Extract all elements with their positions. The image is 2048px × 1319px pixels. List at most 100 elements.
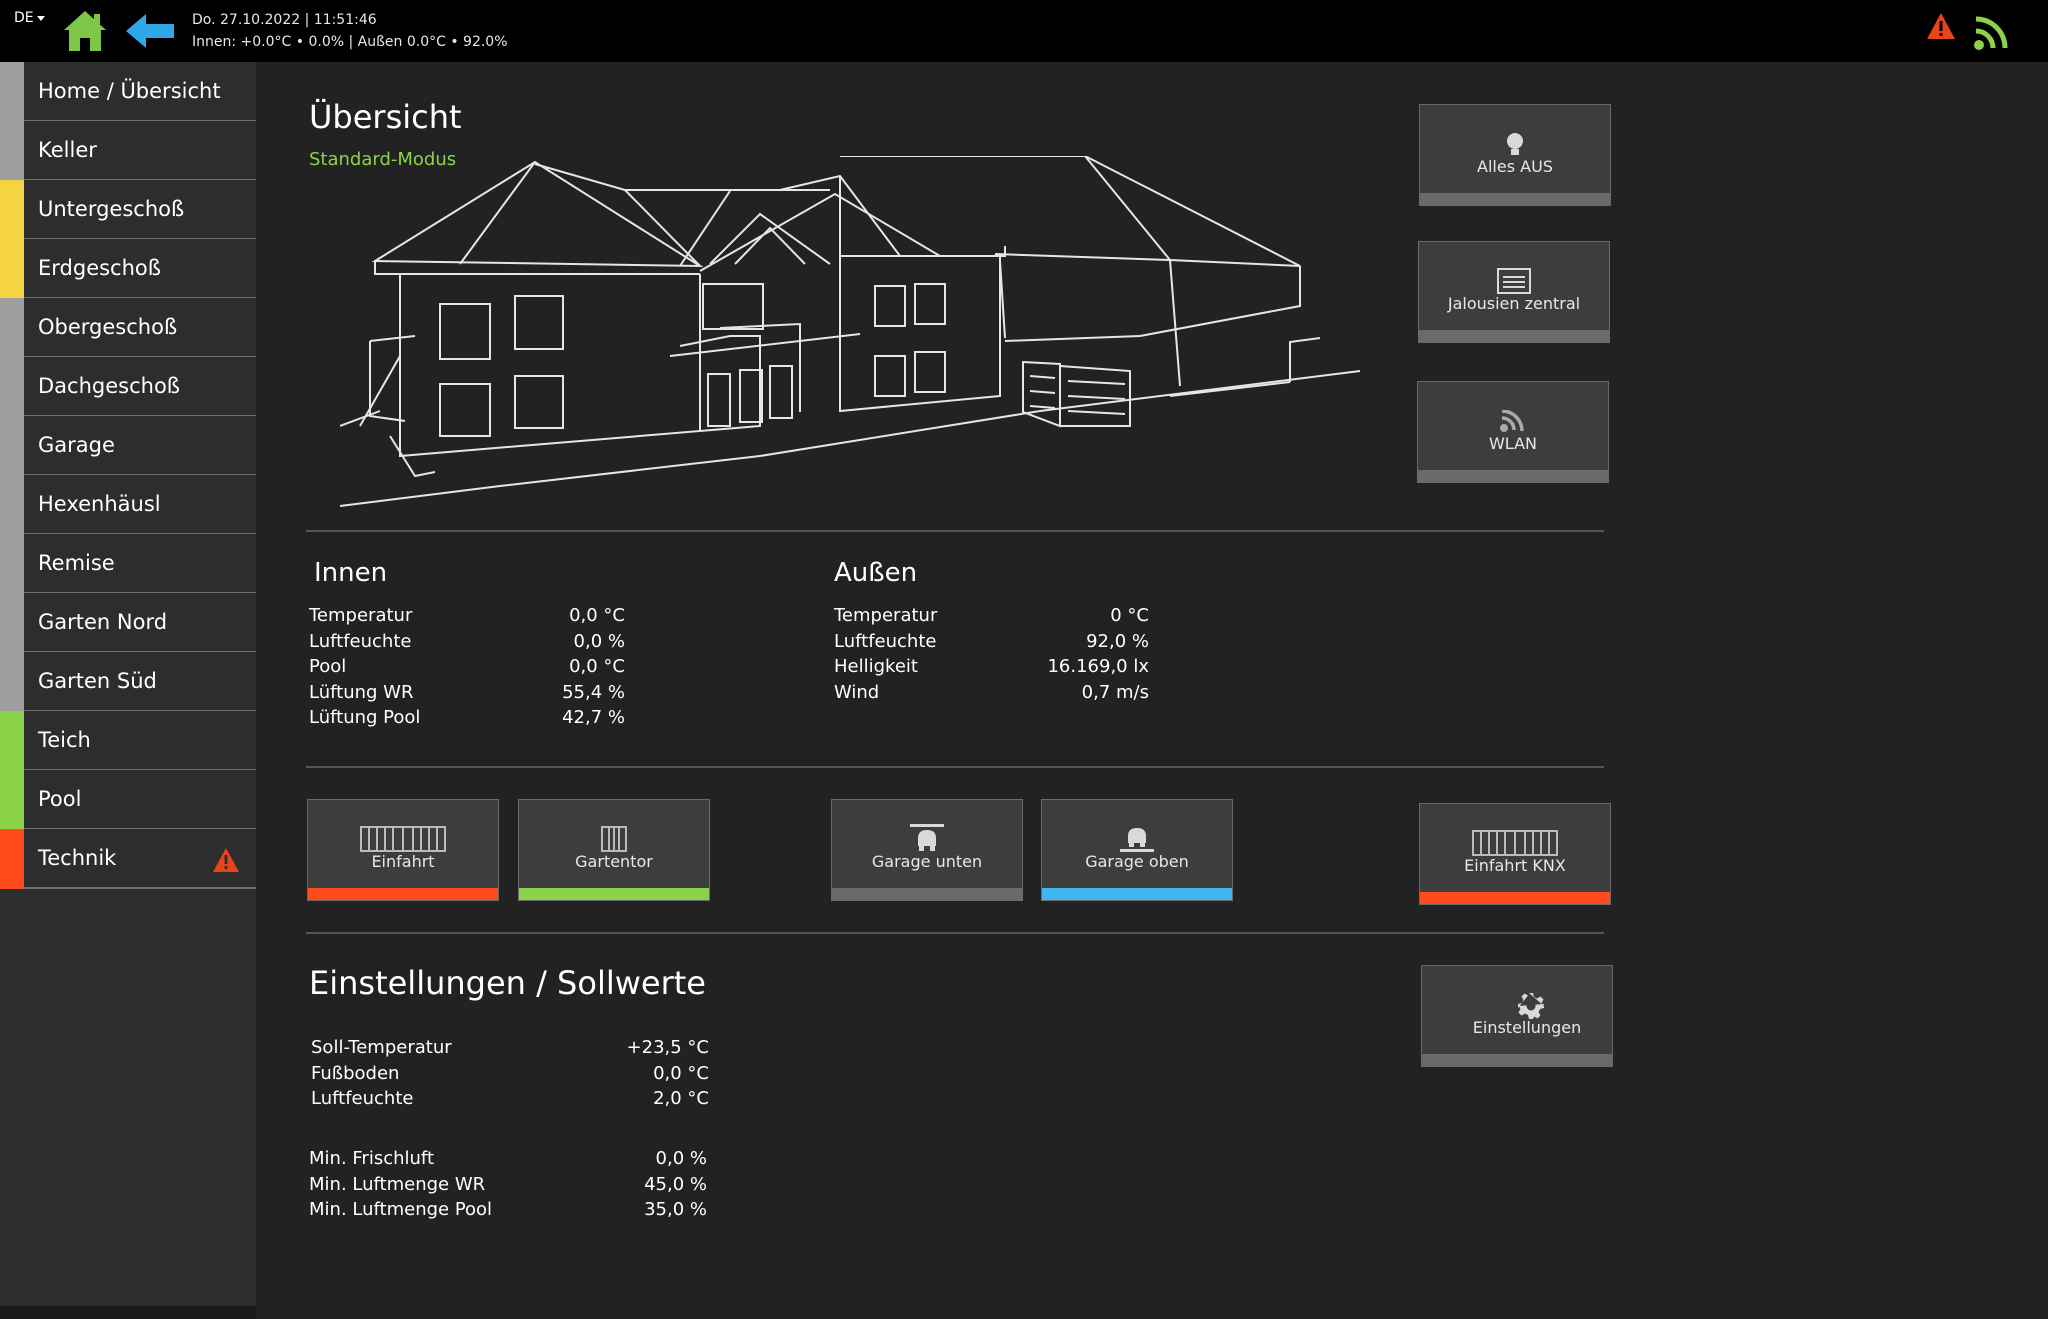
sidebar-item-pool[interactable]: Pool bbox=[0, 770, 256, 830]
aussen-label-luftfeuchte: Luftfeuchte bbox=[834, 631, 937, 652]
page-title: Übersicht bbox=[309, 98, 462, 136]
innen-label-lueftung-wr: Lüftung WR bbox=[309, 682, 414, 703]
wlan-button[interactable]: WLAN bbox=[1417, 381, 1609, 483]
status-bar bbox=[1418, 470, 1608, 482]
sidebar-item-obergeschoss[interactable]: Obergeschoß bbox=[0, 298, 256, 358]
setting-label-min-frischluft: Min. Frischluft bbox=[309, 1148, 434, 1169]
divider bbox=[306, 530, 1604, 532]
status-bar bbox=[1042, 888, 1232, 900]
sidebar-color-bar bbox=[0, 475, 24, 535]
innen-label-luftfeuchte: Luftfeuchte bbox=[309, 631, 412, 652]
garage-door-icon bbox=[910, 824, 944, 851]
tile-label: Gartentor bbox=[575, 852, 653, 871]
sidebar-color-bar bbox=[0, 770, 24, 830]
top-bar: DE Do. 27.10.2022 | 11:51:46 Innen: +0.0… bbox=[0, 0, 2048, 62]
innen-label-temperatur: Temperatur bbox=[309, 605, 413, 626]
sidebar-item-label: Hexenhäusl bbox=[38, 492, 161, 516]
einfahrt-button[interactable]: Einfahrt bbox=[307, 799, 499, 901]
sidebar-item-garage[interactable]: Garage bbox=[0, 416, 256, 476]
tile-label: Einstellungen bbox=[1472, 1018, 1582, 1037]
sidebar-item-technik[interactable]: Technik bbox=[0, 829, 256, 889]
warning-icon bbox=[213, 848, 239, 872]
tile-label: Jalousien zentral bbox=[1447, 294, 1581, 313]
sidebar-color-bar bbox=[0, 534, 24, 594]
status-bar bbox=[1420, 892, 1610, 904]
setting-value-min-luftmenge-pool[interactable]: 35,0 % bbox=[560, 1199, 707, 1220]
home-icon[interactable] bbox=[62, 8, 108, 54]
aussen-value-helligkeit: 16.169,0 lx bbox=[1047, 656, 1149, 677]
status-bar bbox=[519, 888, 709, 900]
status-bar bbox=[1420, 193, 1610, 205]
sidebar-item-keller[interactable]: Keller bbox=[0, 121, 256, 181]
datetime-text: Do. 27.10.2022 | 11:51:46 bbox=[192, 12, 377, 28]
sidebar: Home / Übersicht Keller Untergeschoß Erd… bbox=[0, 62, 256, 1306]
sidebar-color-bar bbox=[0, 121, 24, 181]
wifi-icon bbox=[1500, 410, 1524, 432]
language-selector[interactable]: DE bbox=[14, 10, 45, 26]
sidebar-item-label: Garage bbox=[38, 433, 115, 457]
tile-label: Garage oben bbox=[1085, 852, 1189, 871]
setting-label-luftfeuchte: Luftfeuchte bbox=[311, 1088, 414, 1109]
gate-icon bbox=[1472, 830, 1558, 856]
sidebar-item-teich[interactable]: Teich bbox=[0, 711, 256, 771]
sidebar-item-untergeschoss[interactable]: Untergeschoß bbox=[0, 180, 256, 240]
garden-gate-icon bbox=[601, 826, 627, 852]
house-illustration bbox=[340, 156, 1361, 507]
einstellungen-button[interactable]: Einstellungen bbox=[1421, 965, 1613, 1067]
divider bbox=[306, 766, 1604, 768]
sidebar-item-label: Garten Nord bbox=[38, 610, 168, 634]
language-label[interactable]: DE bbox=[14, 10, 34, 26]
gartentor-button[interactable]: Gartentor bbox=[518, 799, 710, 901]
sidebar-item-erdgeschoss[interactable]: Erdgeschoß bbox=[0, 239, 256, 299]
warning-icon[interactable] bbox=[1926, 12, 1956, 40]
garage-unten-button[interactable]: Garage unten bbox=[831, 799, 1023, 901]
sidebar-item-garten-sued[interactable]: Garten Süd bbox=[0, 652, 256, 712]
sidebar-color-bar bbox=[0, 593, 24, 653]
garage-door-icon bbox=[1120, 828, 1154, 852]
alles-aus-button[interactable]: Alles AUS bbox=[1419, 104, 1611, 206]
sidebar-color-bar bbox=[0, 652, 24, 712]
status-bar bbox=[308, 888, 498, 900]
sidebar-item-label: Keller bbox=[38, 138, 97, 162]
sidebar-color-bar bbox=[0, 239, 24, 299]
sidebar-item-garten-nord[interactable]: Garten Nord bbox=[0, 593, 256, 653]
setting-value-min-luftmenge-wr[interactable]: 45,0 % bbox=[560, 1174, 707, 1195]
innen-value-pool: 0,0 °C bbox=[569, 656, 625, 677]
tile-label: Alles AUS bbox=[1477, 157, 1553, 176]
sidebar-color-bar bbox=[0, 829, 24, 889]
sidebar-item-remise[interactable]: Remise bbox=[0, 534, 256, 594]
innen-label-lueftung-pool: Lüftung Pool bbox=[309, 707, 421, 728]
setting-label-fussboden: Fußboden bbox=[311, 1063, 400, 1084]
sidebar-color-bar bbox=[0, 62, 24, 122]
sidebar-item-label: Dachgeschoß bbox=[38, 374, 181, 398]
sidebar-item-home[interactable]: Home / Übersicht bbox=[0, 62, 256, 122]
status-bar bbox=[1419, 330, 1609, 342]
wifi-icon[interactable] bbox=[1972, 12, 2012, 52]
sidebar-item-label: Remise bbox=[38, 551, 115, 575]
innen-value-temperatur: 0,0 °C bbox=[569, 605, 625, 626]
jalousien-zentral-button[interactable]: Jalousien zentral bbox=[1418, 241, 1610, 343]
setting-label-soll-temperatur: Soll-Temperatur bbox=[311, 1037, 452, 1058]
sidebar-item-label: Garten Süd bbox=[38, 669, 157, 693]
tile-label: WLAN bbox=[1488, 434, 1537, 453]
bulb-icon bbox=[1507, 133, 1523, 155]
innen-title: Innen bbox=[314, 558, 388, 588]
setting-value-min-frischluft[interactable]: 0,0 % bbox=[560, 1148, 707, 1169]
setting-value-fussboden[interactable]: 0,0 °C bbox=[560, 1063, 709, 1084]
aussen-value-wind: 0,7 m/s bbox=[1081, 682, 1149, 703]
sidebar-item-hexenhaeusl[interactable]: Hexenhäusl bbox=[0, 475, 256, 535]
garage-oben-button[interactable]: Garage oben bbox=[1041, 799, 1233, 901]
back-arrow-icon[interactable] bbox=[124, 12, 176, 50]
caret-down-icon[interactable] bbox=[36, 15, 45, 21]
sidebar-item-label: Home / Übersicht bbox=[38, 79, 221, 103]
aussen-label-temperatur: Temperatur bbox=[834, 605, 938, 626]
setting-value-luftfeuchte[interactable]: 2,0 °C bbox=[560, 1088, 709, 1109]
setting-value-soll-temperatur[interactable]: +23,5 °C bbox=[560, 1037, 709, 1058]
innen-value-lueftung-wr: 55,4 % bbox=[562, 682, 625, 703]
gear-icon bbox=[1518, 993, 1544, 1019]
sidebar-item-dachgeschoss[interactable]: Dachgeschoß bbox=[0, 357, 256, 417]
status-bar bbox=[832, 888, 1022, 900]
einfahrt-knx-button[interactable]: Einfahrt KNX bbox=[1419, 803, 1611, 905]
sidebar-item-label: Untergeschoß bbox=[38, 197, 185, 221]
innen-label-pool: Pool bbox=[309, 656, 347, 677]
